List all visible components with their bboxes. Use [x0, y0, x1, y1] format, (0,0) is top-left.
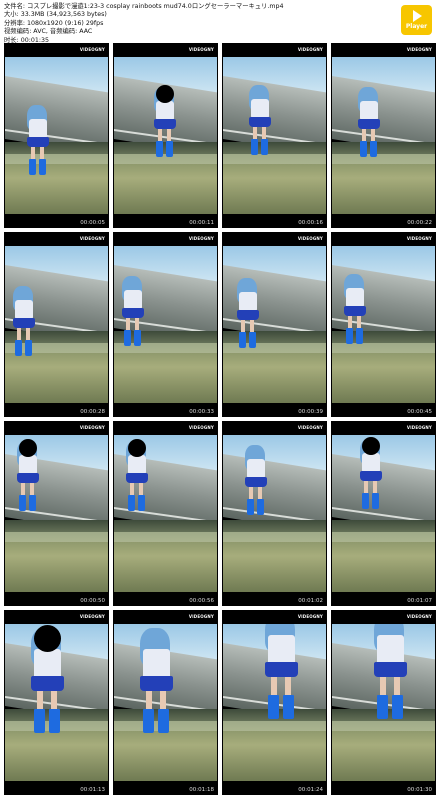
watermark: VIDEOGNY [79, 47, 105, 52]
watermark: VIDEOGNY [79, 614, 105, 619]
video-thumbnail[interactable]: VIDEOGNY 00:00:56 [113, 421, 218, 606]
video-thumbnail[interactable]: VIDEOGNY 00:01:13 [4, 610, 109, 795]
codec-line: 视频编码: AVC, 音频编码: AAC [4, 28, 93, 36]
thumbnail-frame [114, 57, 217, 214]
timestamp: 00:00:39 [298, 409, 323, 415]
timestamp: 00:00:33 [189, 409, 214, 415]
watermark: VIDEOGNY [406, 236, 432, 241]
resolution-line: 分辨率: 1080x1920 (9:16) 29fps [4, 19, 104, 27]
thumbnail-frame [114, 435, 217, 592]
thumbnail-frame [223, 624, 326, 781]
watermark: VIDEOGNY [188, 614, 214, 619]
timestamp: 00:01:24 [298, 787, 323, 793]
player-label: Player [405, 23, 428, 30]
timestamp: 00:00:56 [189, 598, 214, 604]
timestamp: 00:01:13 [80, 787, 105, 793]
thumbnail-frame [223, 246, 326, 403]
video-thumbnail[interactable]: VIDEOGNY 00:00:16 [222, 43, 327, 228]
timestamp: 00:00:05 [80, 220, 105, 226]
thumbnail-frame [223, 57, 326, 214]
thumbnail-frame [223, 435, 326, 592]
watermark: VIDEOGNY [188, 425, 214, 430]
timestamp: 00:01:30 [407, 787, 432, 793]
watermark: VIDEOGNY [406, 425, 432, 430]
video-thumbnail[interactable]: VIDEOGNY 00:01:07 [331, 421, 436, 606]
thumbnail-frame [5, 57, 108, 214]
censor-mosaic [128, 439, 146, 457]
video-thumbnail[interactable]: VIDEOGNY 00:00:22 [331, 43, 436, 228]
play-icon [413, 10, 422, 22]
timestamp: 00:01:02 [298, 598, 323, 604]
timestamp: 00:00:45 [407, 409, 432, 415]
video-thumbnail[interactable]: VIDEOGNY 00:00:39 [222, 232, 327, 417]
censor-mosaic [156, 85, 174, 103]
thumbnail-frame [332, 57, 435, 214]
watermark: VIDEOGNY [79, 425, 105, 430]
thumbnail-frame [114, 624, 217, 781]
thumbnail-frame [332, 435, 435, 592]
thumbnail-frame [332, 246, 435, 403]
video-thumbnail[interactable]: VIDEOGNY 00:00:45 [331, 232, 436, 417]
timestamp: 00:00:28 [80, 409, 105, 415]
watermark: VIDEOGNY [297, 425, 323, 430]
watermark: VIDEOGNY [188, 47, 214, 52]
video-thumbnail[interactable]: VIDEOGNY 00:01:30 [331, 610, 436, 795]
timestamp: 00:00:50 [80, 598, 105, 604]
timestamp: 00:00:22 [407, 220, 432, 226]
video-thumbnail[interactable]: VIDEOGNY 00:00:50 [4, 421, 109, 606]
censor-mosaic [19, 439, 37, 457]
watermark: VIDEOGNY [297, 614, 323, 619]
thumbnail-frame [114, 246, 217, 403]
thumbnail-frame [332, 624, 435, 781]
video-thumbnail[interactable]: VIDEOGNY 00:00:11 [113, 43, 218, 228]
thumbnail-frame [5, 246, 108, 403]
video-thumbnail[interactable]: VIDEOGNY 00:01:24 [222, 610, 327, 795]
watermark: VIDEOGNY [406, 614, 432, 619]
video-thumbnail[interactable]: VIDEOGNY 00:00:28 [4, 232, 109, 417]
player-button[interactable]: Player [401, 5, 432, 35]
censor-mosaic [34, 625, 61, 652]
video-thumbnail[interactable]: VIDEOGNY 00:00:33 [113, 232, 218, 417]
thumbnail-grid: VIDEOGNY 00:00:05 VIDEOGNY 00:00:11 VIDEOGNY… [4, 43, 436, 795]
thumbnail-frame [5, 435, 108, 592]
censor-mosaic [362, 437, 380, 455]
video-thumbnail[interactable]: VIDEOGNY 00:01:18 [113, 610, 218, 795]
timestamp: 00:01:07 [407, 598, 432, 604]
watermark: VIDEOGNY [79, 236, 105, 241]
timestamp: 00:00:16 [298, 220, 323, 226]
watermark: VIDEOGNY [406, 47, 432, 52]
watermark: VIDEOGNY [297, 47, 323, 52]
watermark: VIDEOGNY [297, 236, 323, 241]
video-thumbnail[interactable]: VIDEOGNY 00:00:05 [4, 43, 109, 228]
file-info: 文件名: コスプレ撮影で漫遊1:23-3 cosplay rainboots m… [4, 3, 284, 45]
video-thumbnail[interactable]: VIDEOGNY 00:01:02 [222, 421, 327, 606]
timestamp: 00:01:18 [189, 787, 214, 793]
thumbnail-frame [5, 624, 108, 781]
watermark: VIDEOGNY [188, 236, 214, 241]
file-size-line: 大小: 33.3MB (34,923,563 bytes) [4, 11, 107, 19]
timestamp: 00:00:11 [189, 220, 214, 226]
